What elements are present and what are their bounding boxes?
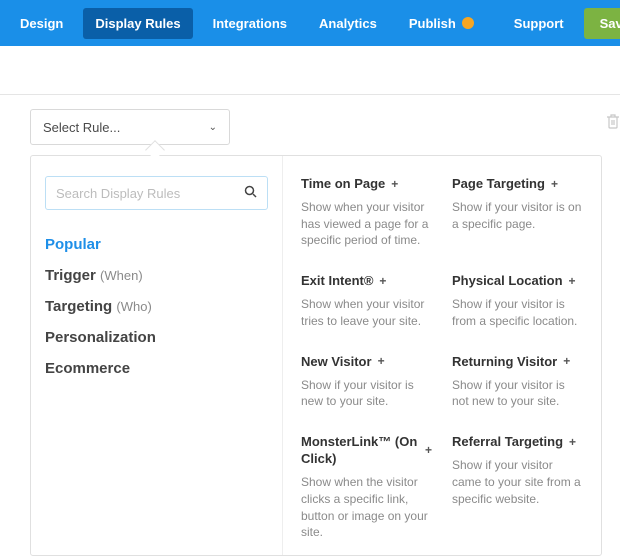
rule-title-text: Exit Intent® — [301, 273, 373, 290]
rule-categories-column: Popular Trigger (When) Targeting (Who) P… — [31, 156, 283, 555]
nav-tab-design[interactable]: Design — [8, 8, 75, 39]
notification-badge-icon — [462, 17, 474, 29]
nav-tab-publish[interactable]: Publish — [397, 8, 486, 39]
rule-picker: Popular Trigger (When) Targeting (Who) P… — [30, 155, 602, 556]
category-label: Trigger — [45, 267, 96, 284]
search-box — [45, 176, 268, 210]
plus-icon: + — [551, 177, 558, 193]
category-list: Popular Trigger (When) Targeting (Who) P… — [45, 234, 268, 379]
rule-desc: Show if your visitor is not new to your … — [452, 377, 583, 411]
chevron-down-icon: ⌄ — [209, 122, 217, 133]
rule-physical-location[interactable]: Physical Location + Show if your visitor… — [452, 273, 583, 329]
rule-title-text: New Visitor — [301, 354, 372, 371]
rule-desc: Show if your visitor came to your site f… — [452, 457, 583, 507]
rule-title: Time on Page + — [301, 176, 432, 193]
nav-label: Analytics — [319, 16, 377, 31]
rule-new-visitor[interactable]: New Visitor + Show if your visitor is ne… — [301, 354, 432, 410]
rule-title-text: Physical Location — [452, 273, 563, 290]
rule-title: New Visitor + — [301, 354, 432, 371]
save-label: Save — [600, 16, 620, 31]
rule-title-text: Returning Visitor — [452, 354, 557, 371]
category-sub: (Who) — [116, 299, 151, 314]
search-input[interactable] — [56, 186, 244, 201]
plus-icon: + — [563, 354, 570, 370]
rule-referral-targeting[interactable]: Referral Targeting + Show if your visito… — [452, 434, 583, 541]
rule-title: Referral Targeting + — [452, 434, 583, 451]
search-icon — [244, 185, 257, 201]
category-label: Personalization — [45, 329, 156, 346]
rule-select-dropdown[interactable]: Select Rule... ⌄ — [30, 109, 230, 145]
rule-desc: Show if your visitor is new to your site… — [301, 377, 432, 411]
nav-label: Display Rules — [95, 16, 180, 31]
plus-icon: + — [569, 435, 576, 451]
plus-icon: + — [569, 274, 576, 290]
rule-page-targeting[interactable]: Page Targeting + Show if your visitor is… — [452, 176, 583, 249]
trash-icon — [606, 116, 620, 133]
save-button[interactable]: Save — [584, 8, 620, 39]
nav-label: Integrations — [213, 16, 287, 31]
nav-label: Publish — [409, 16, 456, 31]
rule-time-on-page[interactable]: Time on Page + Show when your visitor ha… — [301, 176, 432, 249]
rule-grid: Time on Page + Show when your visitor ha… — [283, 156, 601, 555]
category-label: Ecommerce — [45, 360, 130, 377]
rule-desc: Show if your visitor is from a specific … — [452, 296, 583, 330]
plus-icon: + — [378, 354, 385, 370]
rule-select-placeholder: Select Rule... — [43, 120, 120, 135]
category-targeting[interactable]: Targeting (Who) — [45, 296, 268, 317]
rule-returning-visitor[interactable]: Returning Visitor + Show if your visitor… — [452, 354, 583, 410]
top-nav: Design Display Rules Integrations Analyt… — [0, 0, 620, 46]
category-label: Popular — [45, 236, 101, 253]
rule-select: Select Rule... ⌄ — [30, 109, 230, 145]
rule-exit-intent[interactable]: Exit Intent® + Show when your visitor tr… — [301, 273, 432, 329]
nav-tab-integrations[interactable]: Integrations — [201, 8, 299, 39]
rule-desc: Show when the visitor clicks a specific … — [301, 474, 432, 541]
rule-title-text: MonsterLink™ (On Click) — [301, 434, 419, 468]
rule-title: Physical Location + — [452, 273, 583, 290]
delete-button[interactable] — [606, 113, 620, 134]
category-popular[interactable]: Popular — [45, 234, 268, 255]
category-personalization[interactable]: Personalization — [45, 327, 268, 348]
rule-desc: Show when your visitor tries to leave yo… — [301, 296, 432, 330]
rule-title-text: Referral Targeting — [452, 434, 563, 451]
category-sub: (When) — [100, 268, 143, 283]
rule-monsterlink[interactable]: MonsterLink™ (On Click) + Show when the … — [301, 434, 432, 541]
plus-icon: + — [425, 443, 432, 459]
rule-title: MonsterLink™ (On Click) + — [301, 434, 432, 468]
plus-icon: + — [391, 177, 398, 193]
rule-title: Page Targeting + — [452, 176, 583, 193]
nav-tab-support[interactable]: Support — [502, 8, 576, 39]
category-label: Targeting — [45, 298, 112, 315]
rule-title: Returning Visitor + — [452, 354, 583, 371]
nav-tab-analytics[interactable]: Analytics — [307, 8, 389, 39]
rule-desc: Show when your visitor has viewed a page… — [301, 199, 432, 249]
nav-label: Design — [20, 16, 63, 31]
rule-title-text: Page Targeting — [452, 176, 545, 193]
plus-icon: + — [379, 274, 386, 290]
nav-label: Support — [514, 16, 564, 31]
rule-title-text: Time on Page — [301, 176, 385, 193]
rule-title: Exit Intent® + — [301, 273, 432, 290]
category-ecommerce[interactable]: Ecommerce — [45, 358, 268, 379]
category-trigger[interactable]: Trigger (When) — [45, 265, 268, 286]
nav-tab-display-rules[interactable]: Display Rules — [83, 8, 192, 39]
panel: ‹ Select Rule... ⌄ — [0, 95, 620, 556]
rule-desc: Show if your visitor is on a specific pa… — [452, 199, 583, 233]
